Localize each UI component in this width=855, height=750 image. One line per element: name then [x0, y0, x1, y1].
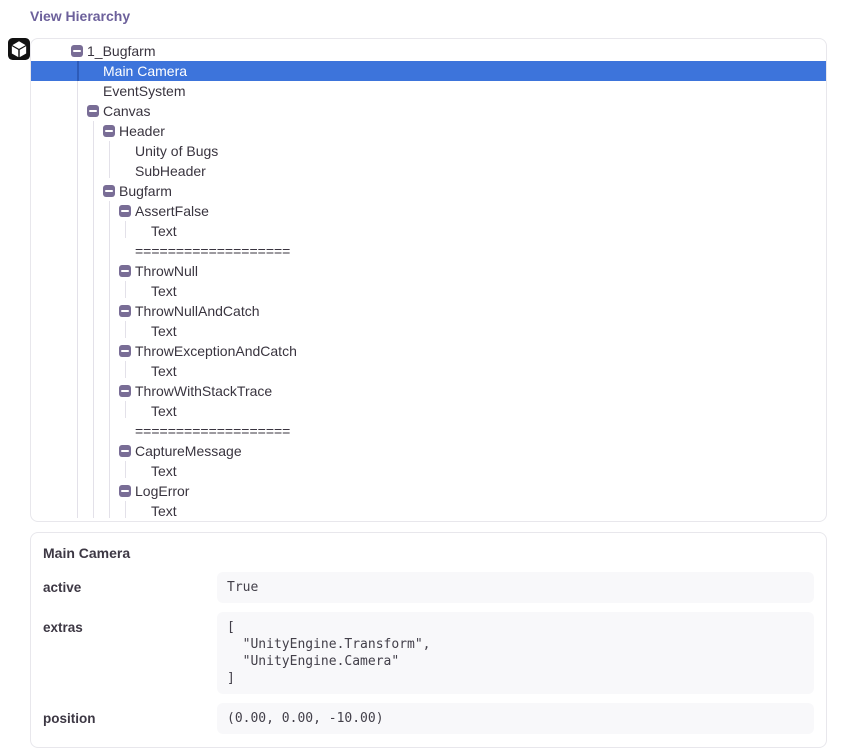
details-panel: Main Camera activeTrueextras[ "UnityEngi…	[30, 532, 827, 748]
minus-glyph	[121, 310, 129, 312]
minus-glyph	[105, 190, 113, 192]
collapse-minus-icon[interactable]	[103, 185, 115, 197]
tree-row-label: ===================	[135, 421, 290, 441]
tree-row-logerror[interactable]: LogError	[31, 481, 826, 501]
tree-row-1-bugfarm[interactable]: 1_Bugfarm	[31, 41, 826, 61]
minus-glyph	[73, 50, 81, 52]
tree-row-label: ThrowNullAndCatch	[135, 301, 260, 321]
view-hierarchy-link[interactable]: View Hierarchy	[30, 8, 130, 24]
collapse-minus-icon[interactable]	[119, 205, 131, 217]
tree-row-label: ThrowWithStackTrace	[135, 381, 272, 401]
detail-row-position: position(0.00, 0.00, -10.00)	[31, 703, 826, 734]
tree-row-text[interactable]: Text	[31, 461, 826, 481]
detail-key: extras	[43, 612, 217, 694]
tree-row-label: Text	[151, 321, 177, 341]
minus-glyph	[121, 450, 129, 452]
tree-row-label: 1_Bugfarm	[87, 41, 155, 61]
detail-key: active	[43, 572, 217, 603]
detail-value: [ "UnityEngine.Transform", "UnityEngine.…	[217, 612, 814, 694]
tree-row-label: Text	[151, 401, 177, 421]
tree-row-canvas[interactable]: Canvas	[31, 101, 826, 121]
tree-row-text[interactable]: Text	[31, 221, 826, 241]
tree-row-label: Text	[151, 501, 177, 521]
tree-row-label: EventSystem	[103, 81, 185, 101]
collapse-minus-icon[interactable]	[103, 125, 115, 137]
tree-row-main-camera[interactable]: Main Camera	[31, 61, 826, 81]
hierarchy-tree: 1_BugfarmMain CameraEventSystemCanvasHea…	[31, 39, 826, 521]
tree-row-separator[interactable]: ===================	[31, 421, 826, 441]
unity-icon	[8, 38, 30, 60]
minus-glyph	[105, 130, 113, 132]
tree-row-thrownullandcatch[interactable]: ThrowNullAndCatch	[31, 301, 826, 321]
tree-row-capturemessage[interactable]: CaptureMessage	[31, 441, 826, 461]
collapse-minus-icon[interactable]	[87, 105, 99, 117]
collapse-minus-icon[interactable]	[119, 345, 131, 357]
tree-row-label: CaptureMessage	[135, 441, 242, 461]
detail-row-active: activeTrue	[31, 572, 826, 603]
hierarchy-panel: 1_BugfarmMain CameraEventSystemCanvasHea…	[30, 38, 827, 522]
tree-row-label: Main Camera	[103, 61, 187, 81]
tree-row-label: AssertFalse	[135, 201, 209, 221]
collapse-minus-icon[interactable]	[119, 445, 131, 457]
tree-row-label: Canvas	[103, 101, 150, 121]
tree-row-label: Text	[151, 281, 177, 301]
tree-row-label: SubHeader	[135, 161, 206, 181]
details-title: Main Camera	[31, 533, 826, 563]
tree-row-label: ThrowNull	[135, 261, 198, 281]
minus-glyph	[89, 110, 97, 112]
detail-key: position	[43, 703, 217, 734]
tree-row-label: ===================	[135, 241, 290, 261]
tree-row-label: LogError	[135, 481, 189, 501]
collapse-minus-icon[interactable]	[119, 385, 131, 397]
tree-row-text[interactable]: Text	[31, 501, 826, 521]
tree-row-throwwithstacktrace[interactable]: ThrowWithStackTrace	[31, 381, 826, 401]
collapse-minus-icon[interactable]	[71, 45, 83, 57]
tree-row-bugfarm[interactable]: Bugfarm	[31, 181, 826, 201]
minus-glyph	[121, 350, 129, 352]
tree-row-label: Header	[119, 121, 165, 141]
tree-row-separator[interactable]: ===================	[31, 241, 826, 261]
tree-row-label: ThrowExceptionAndCatch	[135, 341, 297, 361]
minus-glyph	[121, 270, 129, 272]
tree-row-label: Bugfarm	[119, 181, 172, 201]
tree-row-label: Text	[151, 461, 177, 481]
tree-row-throwexceptionandcatch[interactable]: ThrowExceptionAndCatch	[31, 341, 826, 361]
tree-row-assertfalse[interactable]: AssertFalse	[31, 201, 826, 221]
tree-row-label: Unity of Bugs	[135, 141, 218, 161]
collapse-minus-icon[interactable]	[119, 265, 131, 277]
detail-value: (0.00, 0.00, -10.00)	[217, 703, 814, 734]
minus-glyph	[121, 490, 129, 492]
tree-row-text[interactable]: Text	[31, 321, 826, 341]
tree-row-unity-of-bugs[interactable]: Unity of Bugs	[31, 141, 826, 161]
tree-row-header[interactable]: Header	[31, 121, 826, 141]
tree-row-subheader[interactable]: SubHeader	[31, 161, 826, 181]
minus-glyph	[121, 390, 129, 392]
details-rows: activeTrueextras[ "UnityEngine.Transform…	[31, 572, 826, 734]
detail-row-extras: extras[ "UnityEngine.Transform", "UnityE…	[31, 612, 826, 694]
minus-glyph	[121, 210, 129, 212]
tree-row-text[interactable]: Text	[31, 281, 826, 301]
detail-value: True	[217, 572, 814, 603]
tree-row-label: Text	[151, 361, 177, 381]
tree-row-label: Text	[151, 221, 177, 241]
collapse-minus-icon[interactable]	[119, 305, 131, 317]
tree-row-text[interactable]: Text	[31, 401, 826, 421]
tree-row-text[interactable]: Text	[31, 361, 826, 381]
tree-row-thrownull[interactable]: ThrowNull	[31, 261, 826, 281]
tree-row-eventsystem[interactable]: EventSystem	[31, 81, 826, 101]
collapse-minus-icon[interactable]	[119, 485, 131, 497]
